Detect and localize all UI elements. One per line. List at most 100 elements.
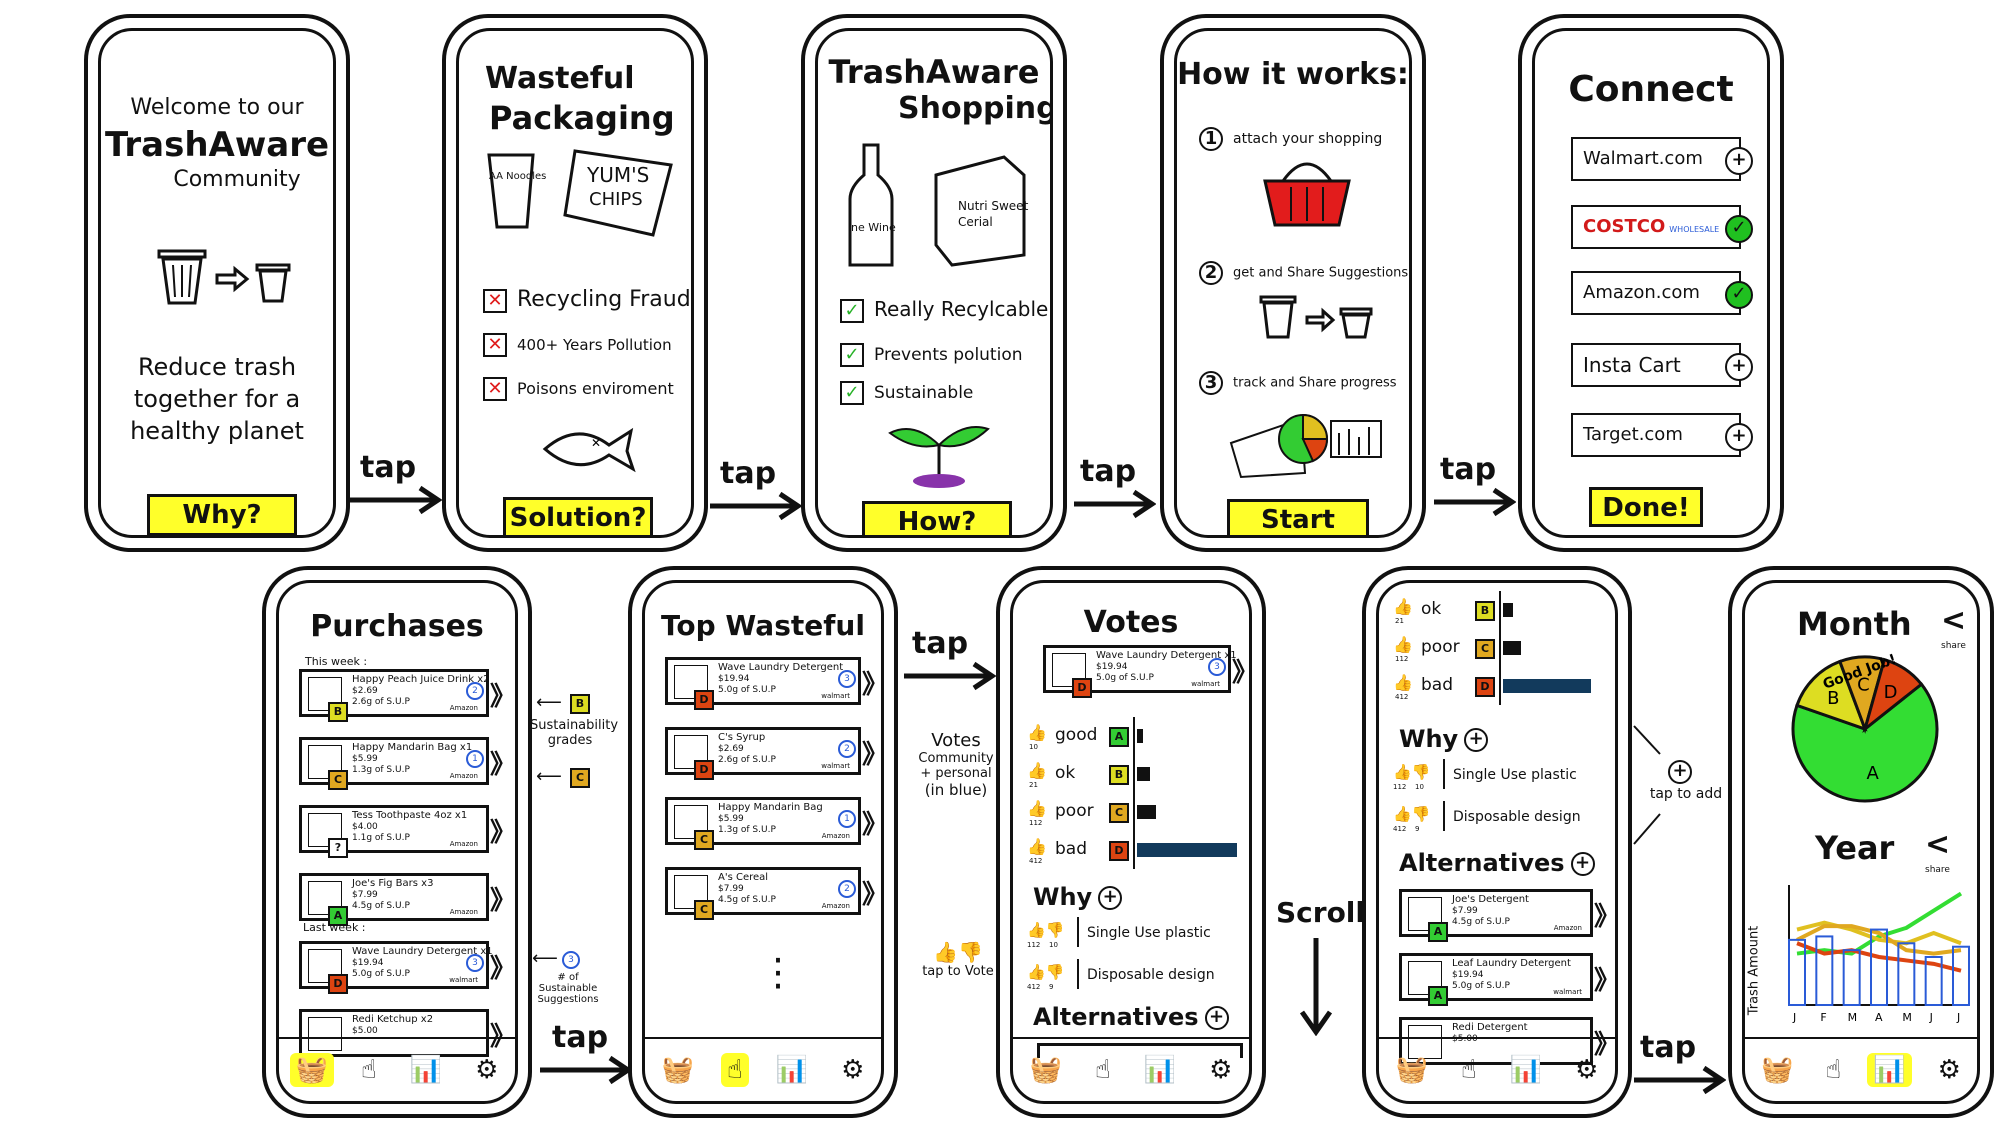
share-icon[interactable]: <	[1925, 827, 1950, 862]
product-card[interactable]: Tess Toothpaste 4oz x1 $4.00 1.1g of S.U.P…	[299, 805, 515, 858]
vote-count: 412	[1395, 693, 1409, 701]
grade-badge: D	[1109, 841, 1129, 861]
reason-row[interactable]: 👍👎 412 9 Disposable design	[1027, 959, 1249, 993]
gear-icon[interactable]: ⚙	[1569, 1053, 1604, 1087]
connected-check-icon[interactable]: ✓	[1725, 215, 1753, 243]
store-amazon[interactable]: Amazon.com ✓	[1571, 271, 1753, 315]
chevron-right-icon[interactable]: 》	[862, 734, 881, 771]
product-card[interactable]: C's Syrup$2.692.6g of S.U.P walmart D 2 》	[665, 727, 881, 780]
thumbs-up-down-icon[interactable]: 👍👎	[1393, 805, 1430, 823]
share-icon[interactable]: <	[1941, 603, 1966, 638]
chevron-right-icon[interactable]: 》	[490, 880, 515, 917]
gear-icon[interactable]: ⚙	[1203, 1053, 1238, 1087]
grades-note: Sustainability grades	[530, 718, 619, 748]
chart-nav-icon[interactable]: 📊	[770, 1053, 814, 1087]
add-icon[interactable]: +	[1204, 1006, 1229, 1030]
store-walmart[interactable]: Walmart.com +	[1571, 137, 1753, 181]
gear-icon[interactable]: ⚙	[1932, 1053, 1967, 1087]
store-costco[interactable]: COSTCO WHOLESALE ✓	[1571, 205, 1753, 249]
chevron-right-icon[interactable]: 》	[862, 874, 881, 911]
vote-row[interactable]: 👍 10 good A	[1027, 717, 1247, 755]
thumbs-up-icon[interactable]: 👍	[1027, 799, 1047, 818]
chevron-right-icon[interactable]: 》	[1594, 896, 1615, 933]
vote-nav-icon[interactable]: ☝	[720, 1053, 749, 1087]
thumbs-up-icon[interactable]: 👍	[1027, 761, 1047, 780]
vote-row[interactable]: 👍 112 poor C	[1393, 629, 1613, 667]
product-card[interactable]: Joe's Fig Bars x3 $7.99 4.5g of S.U.P Amazo…	[299, 873, 515, 926]
add-icon[interactable]: +	[1725, 353, 1753, 381]
reason-row[interactable]: 👍👎 412 9 Disposable design	[1393, 801, 1615, 835]
thumbs-up-icon[interactable]: 👍	[1393, 597, 1413, 616]
vote-row[interactable]: 👍 412 bad D	[1393, 667, 1613, 705]
vote-row[interactable]: 👍 112 poor C	[1027, 793, 1247, 831]
chevron-right-icon[interactable]: 》	[862, 804, 881, 841]
add-icon[interactable]: +	[1464, 728, 1489, 752]
start-now-button[interactable]: Start Now	[1227, 499, 1369, 535]
why-button[interactable]: Why?	[147, 494, 297, 535]
chevron-right-icon[interactable]: 》	[490, 948, 515, 985]
product-name: Wave Laundry Detergent	[718, 662, 844, 673]
basket-nav-icon[interactable]: 🧺	[289, 1053, 334, 1087]
product-card[interactable]: Happy Peach Juice Drink x2 $2.69 2.6g of S…	[299, 669, 515, 722]
product-card[interactable]: Wave Laundry Detergent $19.94 5.0g of S.U.…	[665, 657, 881, 710]
gear-icon[interactable]: ⚙	[835, 1053, 870, 1087]
chevron-right-icon[interactable]: 》	[1594, 960, 1615, 997]
product-card[interactable]: Happy Mandarin Bag $5.99 1.3g of S.U.P Amaz…	[665, 797, 881, 850]
chart-nav-icon[interactable]: 📊	[1867, 1053, 1912, 1087]
chevron-right-icon[interactable]: 》	[490, 812, 515, 849]
connected-check-icon[interactable]: ✓	[1725, 281, 1753, 309]
thumbs-up-icon[interactable]: 👍	[1027, 837, 1047, 856]
product-card[interactable]: Happy Mandarin Bag x1 $5.99 1.3g of S.U.P A…	[299, 737, 515, 790]
product-card[interactable]: A's Cereal$7.994.5g of S.U.P Amazon C 2 》	[665, 867, 881, 920]
thumbs-up-down-icon[interactable]: 👍👎	[1393, 763, 1430, 781]
thumbs-up-icon[interactable]: 👍	[1393, 635, 1413, 654]
grade-badge: D	[694, 690, 714, 710]
vote-nav-icon[interactable]: ☝	[1455, 1053, 1483, 1087]
product-card[interactable]: Joe's Detergent $7.99 4.5g of S.U.P Amazon A…	[1399, 889, 1615, 942]
basket-nav-icon[interactable]: 🧺	[1024, 1053, 1068, 1087]
chart-nav-icon[interactable]: 📊	[1138, 1053, 1182, 1087]
phone-how-it-works: How it works: 1 attach your shopping 2 get…	[1160, 14, 1426, 552]
reason-row[interactable]: 👍👎 112 10 Single Use plastic	[1393, 759, 1615, 793]
vote-row[interactable]: 👍 412 bad D	[1027, 831, 1247, 869]
vote-nav-icon[interactable]: ☝	[355, 1053, 383, 1087]
phone-votes: Votes Wave Laundry Detergent x1 $19.94 5.0…	[996, 566, 1266, 1118]
product-card[interactable]: Wave Laundry Detergent x1 $19.94 5.0g of S…	[299, 941, 515, 994]
reason-row[interactable]: 👍👎 112 10 Single Use plastic	[1027, 917, 1249, 951]
thumbs-up-down-icon[interactable]: 👍👎	[1027, 921, 1064, 939]
chart-nav-icon[interactable]: 📊	[404, 1053, 448, 1087]
thumbs-up-icon[interactable]: 👍	[1393, 673, 1413, 692]
step-number: 2	[1199, 261, 1223, 285]
done-button[interactable]: Done!	[1589, 487, 1703, 527]
vote-divider	[1499, 591, 1501, 629]
how-button[interactable]: How?	[862, 501, 1012, 535]
chart-nav-icon[interactable]: 📊	[1504, 1053, 1548, 1087]
store-instacart[interactable]: Insta Cart +	[1571, 343, 1753, 387]
add-icon[interactable]: +	[1098, 886, 1123, 910]
solution-button[interactable]: Solution?	[503, 497, 653, 535]
product-card[interactable]: Leaf Laundry Detergent $19.94 5.0g of S.U.…	[1399, 953, 1615, 1006]
add-icon[interactable]: +	[1570, 852, 1595, 876]
phone-trashaware-shopping: TrashAware Shopping ine Wine Nutri Sweet…	[801, 14, 1067, 552]
chevron-right-icon[interactable]: 》	[490, 744, 515, 781]
basket-nav-icon[interactable]: 🧺	[1390, 1053, 1434, 1087]
vote-row[interactable]: 👍 21 ok B	[1393, 591, 1613, 629]
add-icon[interactable]: +	[1725, 423, 1753, 451]
chevron-right-icon[interactable]: 》	[862, 664, 881, 701]
vote-row[interactable]: 👍 21 ok B	[1027, 755, 1247, 793]
vote-nav-icon[interactable]: ☝	[1089, 1053, 1117, 1087]
vote-nav-icon[interactable]: ☝	[1819, 1053, 1847, 1087]
point-row: ✕ 400+ Years Pollution	[483, 331, 672, 357]
gear-icon[interactable]: ⚙	[469, 1053, 504, 1087]
basket-nav-icon[interactable]: 🧺	[656, 1053, 700, 1087]
thumbs-up-down-icon[interactable]: 👍👎	[1027, 963, 1064, 981]
chevron-right-icon[interactable]: 》	[490, 676, 515, 713]
chevron-right-icon[interactable]: 》	[1232, 652, 1249, 689]
brand-name: TrashAware	[104, 125, 330, 165]
store-target[interactable]: Target.com +	[1571, 413, 1753, 457]
thumbs-up-icon[interactable]: 👍	[1027, 723, 1047, 742]
product-card[interactable]: Wave Laundry Detergent x1 $19.94 5.0g of S…	[1043, 645, 1249, 698]
basket-nav-icon[interactable]: 🧺	[1755, 1053, 1799, 1087]
x-tick-label: J	[1956, 1011, 1960, 1024]
add-icon[interactable]: +	[1725, 147, 1753, 175]
